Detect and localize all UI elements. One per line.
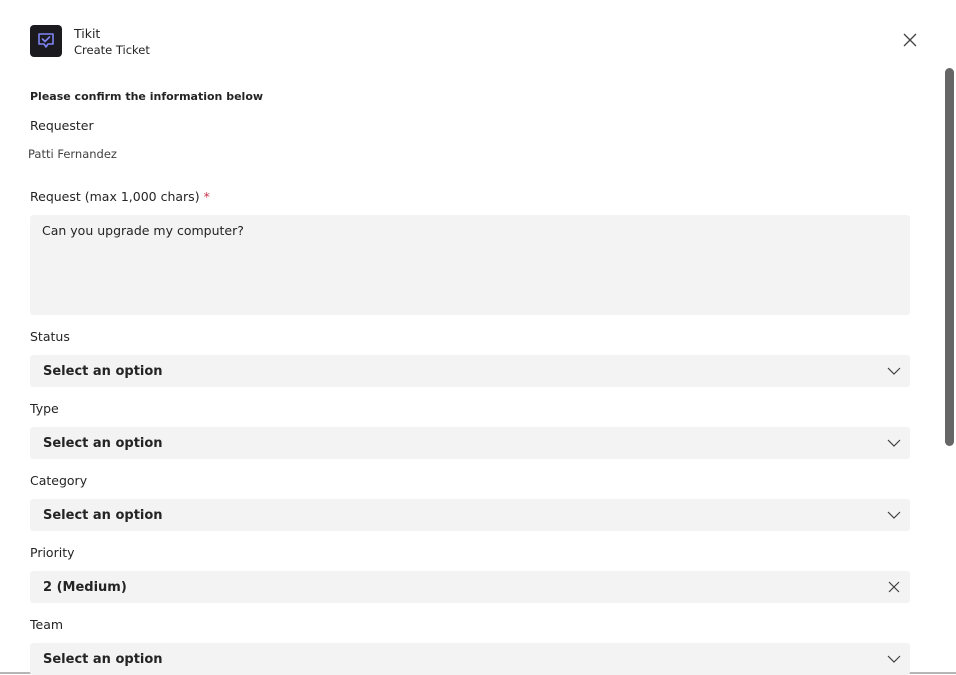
team-dropdown-value: Select an option [43, 651, 163, 667]
confirm-instruction: Please confirm the information below [30, 90, 264, 103]
chevron-down-icon [886, 435, 902, 451]
type-dropdown-value: Select an option [43, 435, 163, 451]
status-dropdown-value: Select an option [43, 363, 163, 379]
scrollbar-thumb[interactable] [945, 68, 954, 446]
team-dropdown[interactable]: Select an option [30, 643, 910, 675]
request-textarea[interactable]: Can you upgrade my computer? [30, 215, 910, 315]
tikit-logo-icon [30, 25, 62, 57]
category-label: Category [30, 473, 88, 488]
category-dropdown[interactable]: Select an option [30, 499, 910, 531]
create-ticket-dialog: Tikit Create Ticket Please confirm the i… [0, 0, 956, 675]
priority-label: Priority [30, 545, 75, 560]
status-dropdown[interactable]: Select an option [30, 355, 910, 387]
type-label: Type [30, 401, 59, 416]
clear-icon [888, 581, 900, 593]
clear-selection-button[interactable] [886, 579, 902, 595]
chevron-down-icon [886, 507, 902, 523]
status-label: Status [30, 329, 70, 344]
priority-dropdown-value: 2 (Medium) [43, 579, 127, 595]
required-indicator: * [203, 189, 210, 204]
requester-label: Requester [30, 118, 94, 133]
close-button[interactable] [899, 29, 921, 51]
requester-value: Patti Fernandez [28, 147, 117, 161]
app-name: Tikit [74, 26, 101, 41]
request-label-text: Request (max 1,000 chars) [30, 189, 200, 204]
category-dropdown-value: Select an option [43, 507, 163, 523]
chevron-down-icon [886, 363, 902, 379]
type-dropdown[interactable]: Select an option [30, 427, 910, 459]
team-label: Team [30, 617, 64, 632]
priority-dropdown[interactable]: 2 (Medium) [30, 571, 910, 603]
close-icon [903, 33, 917, 47]
chevron-down-icon [886, 651, 902, 667]
dialog-subtitle: Create Ticket [74, 43, 150, 57]
request-label: Request (max 1,000 chars) * [30, 189, 210, 204]
